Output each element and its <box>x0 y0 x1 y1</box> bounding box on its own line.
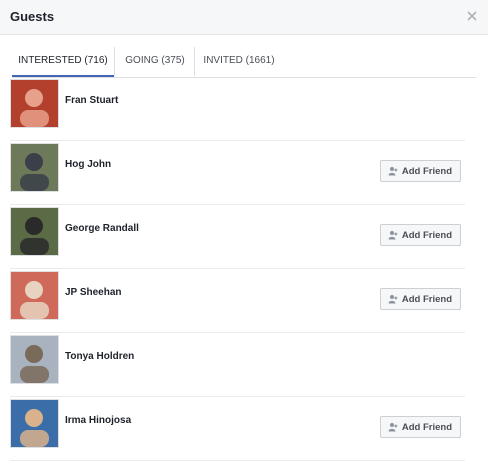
add-friend-label: Add Friend <box>401 421 452 433</box>
guest-tabs: INTERESTED (716) GOING (375) INVITED (16… <box>12 47 476 78</box>
avatar[interactable] <box>10 271 59 320</box>
guest-name[interactable]: JP Sheehan <box>65 287 122 298</box>
dialog-header: Guests <box>0 0 488 35</box>
list-item: Hog John Add Friend <box>10 141 465 205</box>
dialog-title: Guests <box>10 9 55 24</box>
guest-name[interactable]: George Randall <box>65 223 139 234</box>
add-friend-button[interactable]: Add Friend <box>379 224 461 246</box>
guest-list: Fran Stuart Hog John Add Friend George Rand… <box>10 77 465 461</box>
guest-name[interactable]: Tonya Holdren <box>65 351 134 362</box>
list-item: Fran Stuart <box>10 77 465 141</box>
add-person-icon <box>388 167 398 176</box>
tab-invited[interactable]: INVITED (1661) <box>194 47 283 76</box>
add-friend-button[interactable]: Add Friend <box>379 416 461 438</box>
guest-name[interactable]: Irma Hinojosa <box>65 415 131 426</box>
add-person-icon <box>388 231 398 240</box>
guest-name[interactable]: Hog John <box>65 159 111 170</box>
guests-dialog: Guests INTERESTED (716) GOING (375) INVI… <box>0 0 488 461</box>
guest-name[interactable]: Fran Stuart <box>65 95 118 106</box>
add-friend-button[interactable]: Add Friend <box>379 288 461 310</box>
add-person-icon <box>388 423 398 432</box>
avatar[interactable] <box>10 399 59 448</box>
list-item: JP Sheehan Add Friend <box>10 269 465 333</box>
tab-going[interactable]: GOING (375) <box>114 47 195 76</box>
tab-interested[interactable]: INTERESTED (716) <box>12 47 114 77</box>
add-friend-label: Add Friend <box>401 293 452 305</box>
list-item: George Randall Add Friend <box>10 205 465 269</box>
add-friend-button[interactable]: Add Friend <box>379 160 461 182</box>
close-icon[interactable] <box>466 9 478 21</box>
avatar[interactable] <box>10 207 59 256</box>
add-friend-label: Add Friend <box>401 165 452 177</box>
add-friend-label: Add Friend <box>401 229 452 241</box>
avatar[interactable] <box>10 335 59 384</box>
avatar[interactable] <box>10 79 59 128</box>
list-item: Tonya Holdren <box>10 333 465 397</box>
add-person-icon <box>388 295 398 304</box>
list-item: Irma Hinojosa Add Friend <box>10 397 465 461</box>
avatar[interactable] <box>10 143 59 192</box>
